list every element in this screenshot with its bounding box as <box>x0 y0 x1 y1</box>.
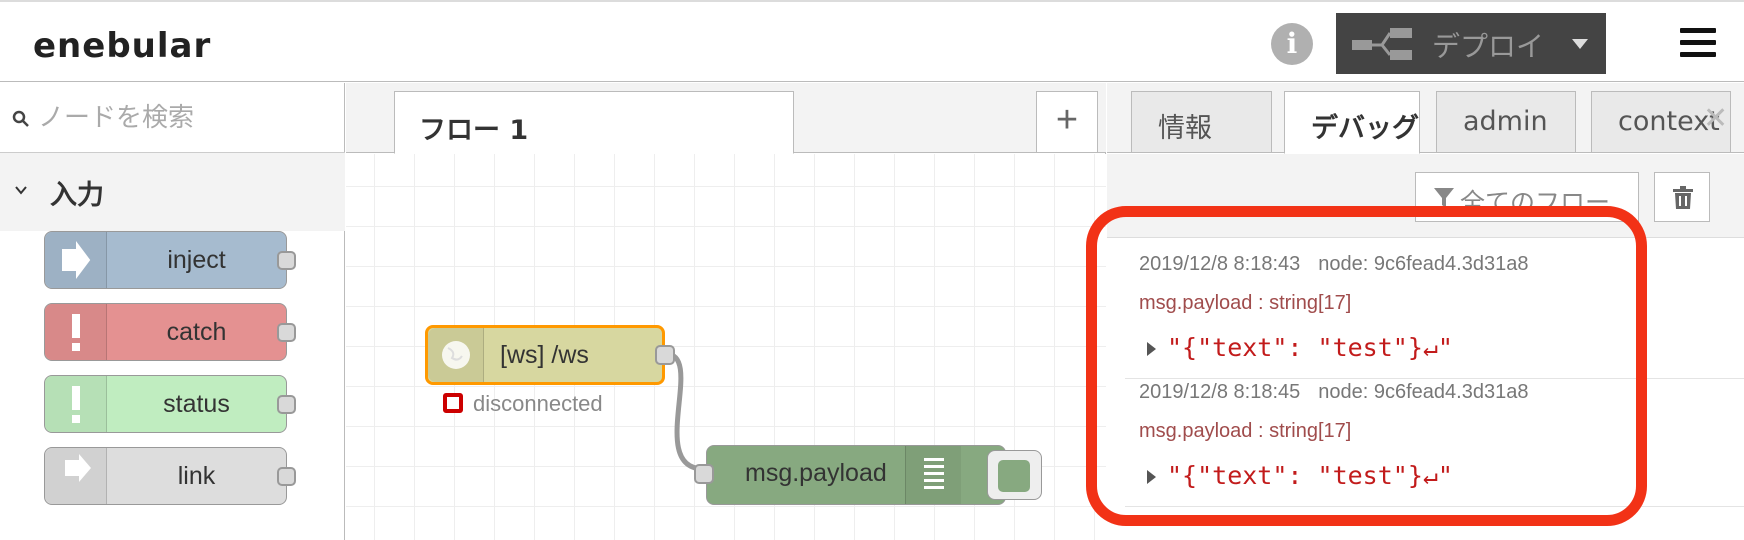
category-header-input[interactable]: 入力 <box>0 153 345 231</box>
palette-node-label: link <box>177 462 216 490</box>
message-node-id[interactable]: node: 9c6fead4.3d31a8 <box>1318 381 1528 403</box>
message-timestamp: 2019/12/8 8:18:43 <box>1139 253 1301 275</box>
output-port[interactable] <box>277 323 296 342</box>
palette-node-link[interactable]: link <box>44 447 296 505</box>
app-root: enebular i デプロイ ノードを検索 入力 inject catch s… <box>0 0 1744 540</box>
palette-node-label: inject <box>167 246 226 274</box>
flow-workspace: フロー 1 + [ws] /ws disconnected msg.payloa… <box>346 83 1106 540</box>
deploy-icon <box>1352 28 1412 60</box>
palette-search <box>0 83 345 153</box>
debug-message: 2019/12/8 8:18:43 node: 9c6fead4.3d31a8 m… <box>1125 239 1744 379</box>
flow-node-label: msg.payload <box>745 459 887 487</box>
clear-messages-button[interactable] <box>1654 172 1710 222</box>
tab-flow-1[interactable]: フロー 1 <box>394 91 794 154</box>
palette-node-label: catch <box>166 318 227 346</box>
filter-icon <box>1434 188 1454 208</box>
palette-node-catch[interactable]: catch <box>44 303 296 361</box>
palette-node-status[interactable]: status <box>44 375 296 433</box>
debug-message-list: 2019/12/8 8:18:43 node: 9c6fead4.3d31a8 m… <box>1125 239 1744 540</box>
chevron-down-icon <box>15 186 27 195</box>
category-label: 入力 <box>50 180 104 211</box>
sidebar: 情報 デバッグ admin context ✕ 全てのフロー 2019/12/8… <box>1107 83 1744 540</box>
search-input[interactable] <box>38 98 328 138</box>
link-icon <box>45 448 107 504</box>
list-icon <box>905 446 961 504</box>
sidebar-tabs: 情報 デバッグ admin context ✕ <box>1107 83 1744 154</box>
output-port[interactable] <box>277 251 296 270</box>
exclamation-icon <box>45 376 107 432</box>
expand-caret-icon[interactable] <box>1147 342 1156 356</box>
tab-admin[interactable]: admin <box>1436 91 1576 153</box>
hamburger-menu-icon[interactable] <box>1680 28 1716 58</box>
palette-node-inject[interactable]: inject <box>44 231 296 289</box>
debug-message: 2019/12/8 8:18:45 node: 9c6fead4.3d31a8 m… <box>1125 367 1744 507</box>
tab-label: フロー 1 <box>419 115 529 146</box>
message-timestamp: 2019/12/8 8:18:45 <box>1139 381 1301 403</box>
chevron-down-icon[interactable] <box>1572 39 1588 49</box>
debug-toggle-button[interactable] <box>987 450 1042 500</box>
workspace-tabs: フロー 1 + <box>346 83 1106 154</box>
flow-node-label: [ws] /ws <box>500 341 589 369</box>
message-value[interactable]: "{"text": "test"}↵" <box>1167 333 1453 362</box>
flow-canvas[interactable]: [ws] /ws disconnected msg.payload <box>346 154 1106 540</box>
header-bar: enebular i デプロイ <box>0 0 1744 82</box>
output-port[interactable] <box>655 345 675 365</box>
node-status-text: disconnected <box>473 391 603 416</box>
expand-caret-icon[interactable] <box>1147 470 1156 484</box>
message-value[interactable]: "{"text": "test"}↵" <box>1167 461 1453 490</box>
add-flow-button[interactable]: + <box>1036 91 1098 153</box>
output-port[interactable] <box>277 467 296 486</box>
trash-icon <box>1673 186 1693 209</box>
exclamation-icon <box>45 304 107 360</box>
debug-toolbar: 全てのフロー <box>1107 154 1744 238</box>
filter-label: 全てのフロー <box>1460 188 1611 217</box>
inject-arrow-icon <box>45 232 107 288</box>
node-palette: 入力 inject catch status <box>0 83 345 540</box>
tab-info[interactable]: 情報 <box>1131 91 1272 153</box>
message-node-id[interactable]: node: 9c6fead4.3d31a8 <box>1318 253 1528 275</box>
message-topic: msg.payload : string[17] <box>1139 420 1352 442</box>
tab-debug[interactable]: デバッグ <box>1284 91 1420 154</box>
deploy-label: デプロイ <box>1432 31 1545 62</box>
status-disconnected-icon <box>443 393 463 413</box>
filter-flows-button[interactable]: 全てのフロー <box>1415 172 1639 222</box>
flow-node-debug[interactable]: msg.payload <box>706 445 1006 505</box>
flow-node-websocket-in[interactable]: [ws] /ws <box>425 325 665 385</box>
message-topic: msg.payload : string[17] <box>1139 292 1352 314</box>
deploy-button[interactable]: デプロイ <box>1336 13 1606 74</box>
palette-node-label: status <box>163 390 230 418</box>
globe-icon <box>428 328 484 382</box>
output-port[interactable] <box>277 395 296 414</box>
search-icon <box>12 110 29 127</box>
info-icon[interactable]: i <box>1271 23 1313 65</box>
input-port[interactable] <box>694 464 714 484</box>
app-logo: enebular <box>33 26 212 66</box>
close-icon[interactable]: ✕ <box>1703 101 1728 136</box>
